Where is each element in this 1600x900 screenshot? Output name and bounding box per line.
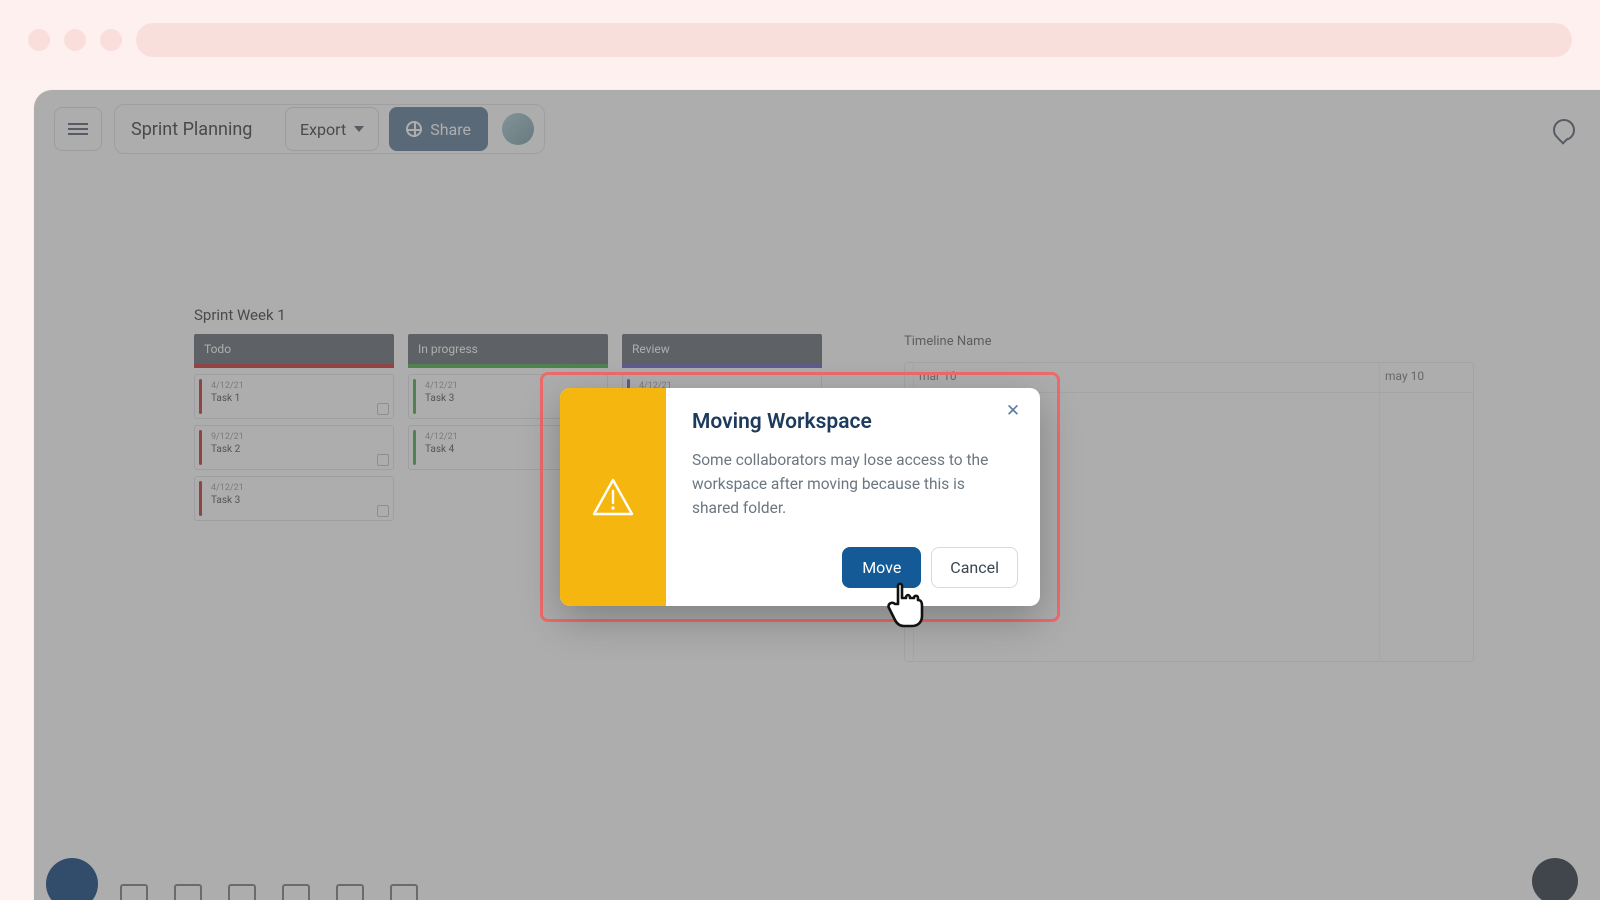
url-bar[interactable]: [136, 23, 1572, 57]
cursor-pointer-icon: [882, 576, 930, 628]
cancel-button[interactable]: Cancel: [931, 547, 1018, 588]
dialog-title: Moving Workspace: [692, 410, 1014, 434]
window-dot: [64, 29, 86, 51]
browser-chrome: [0, 0, 1600, 80]
dialog-body-text: Some collaborators may lose access to th…: [692, 448, 1014, 520]
window-dot: [100, 29, 122, 51]
dialog-close-button[interactable]: ✕: [1004, 402, 1022, 420]
move-workspace-dialog: ✕ Moving Workspace Some collaborators ma…: [560, 388, 1040, 606]
window-dot: [28, 29, 50, 51]
modal-highlight: ✕ Moving Workspace Some collaborators ma…: [540, 372, 1060, 622]
dialog-icon-panel: [560, 388, 666, 606]
warning-triangle-icon: [591, 477, 635, 517]
